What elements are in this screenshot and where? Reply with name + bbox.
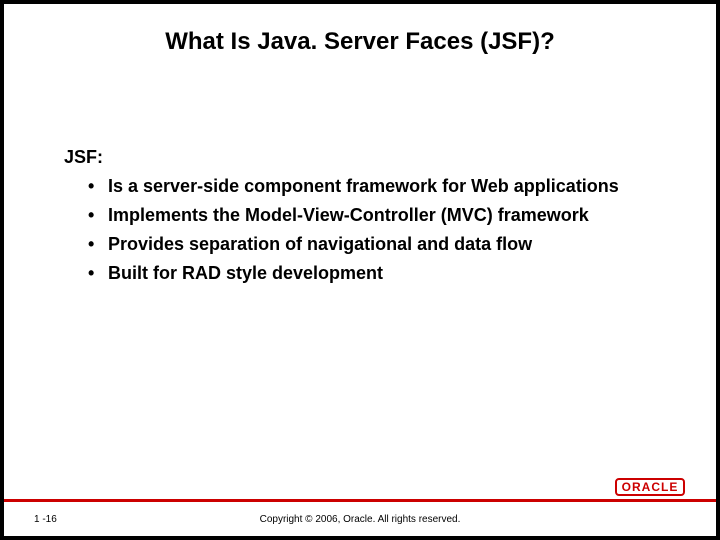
oracle-logo: ORACLE (606, 478, 694, 496)
bullet-icon: • (64, 202, 108, 229)
bullet-icon: • (64, 173, 108, 200)
slide-content: JSF: • Is a server-side component framew… (64, 144, 666, 289)
footer-divider (4, 499, 716, 502)
bullet-text: Built for RAD style development (108, 260, 666, 287)
bullet-item: • Provides separation of navigational an… (64, 231, 666, 258)
bullet-item: • Built for RAD style development (64, 260, 666, 287)
bullet-item: • Implements the Model-View-Controller (… (64, 202, 666, 229)
bullet-icon: • (64, 260, 108, 287)
slide-title: What Is Java. Server Faces (JSF)? (4, 4, 716, 56)
logo-text: ORACLE (615, 478, 686, 496)
slide: What Is Java. Server Faces (JSF)? JSF: •… (4, 4, 716, 536)
bullet-text: Provides separation of navigational and … (108, 231, 666, 258)
bullet-item: • Is a server-side component framework f… (64, 173, 666, 200)
bullet-icon: • (64, 231, 108, 258)
intro-label: JSF: (64, 144, 666, 171)
bullet-text: Implements the Model-View-Controller (MV… (108, 202, 666, 229)
copyright-text: Copyright © 2006, Oracle. All rights res… (4, 514, 716, 525)
bullet-text: Is a server-side component framework for… (108, 173, 666, 200)
